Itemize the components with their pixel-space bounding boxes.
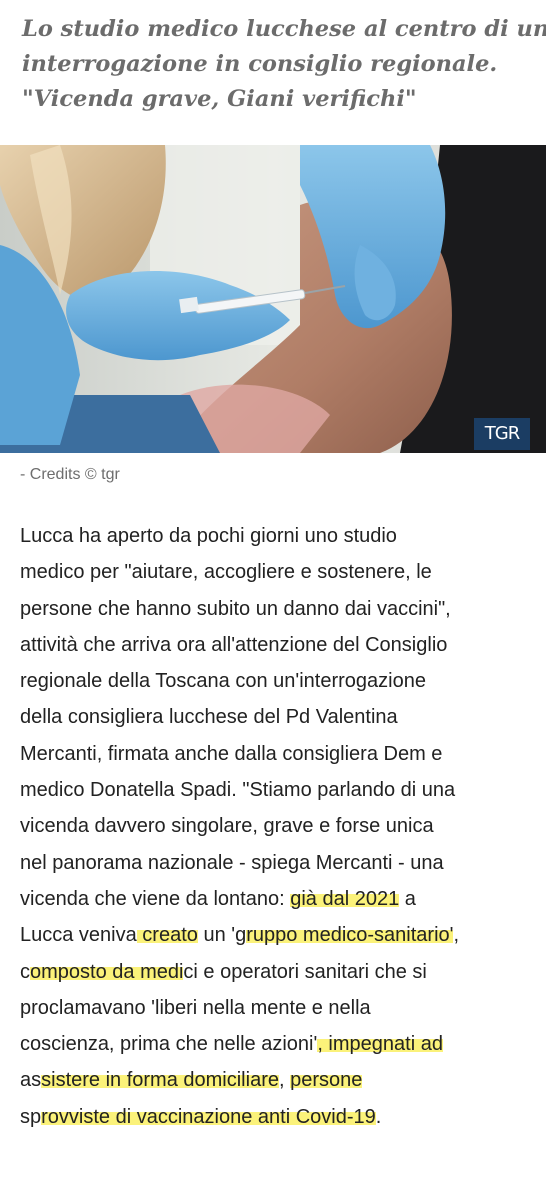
subtitle-line: interrogazione in consiglio regionale. <box>22 51 498 77</box>
article-photo: TGR <box>0 145 546 453</box>
article-page: Lo studio medico lucchese al centro di u… <box>0 0 546 1200</box>
article-line: Mercanti, firmata anche dalla consiglier… <box>20 742 443 765</box>
highlighted-text: omposto da medi <box>30 960 184 983</box>
text-segment: sp <box>20 1105 42 1128</box>
highlighted-text: ruppo medico-sanitario' <box>246 924 454 947</box>
article-line: sprovviste di vaccinazione anti Covid-19… <box>20 1099 540 1135</box>
article-line: vicenda davvero singolare, grave e forse… <box>20 815 434 838</box>
highlighted-text: sistere in forma domiciliare <box>41 1069 279 1092</box>
text-segment: a <box>399 887 416 910</box>
article-line: della consigliera lucchese del Pd Valent… <box>20 706 398 729</box>
text-segment: coscienza, prima che nelle azioni' <box>20 1033 318 1056</box>
article-line: Lucca veniva creato un 'gruppo medico-sa… <box>20 917 540 953</box>
article-line: regionale della Toscana con un'interroga… <box>20 670 426 693</box>
article-line: medico Donatella Spadi. "Stiamo parlando… <box>20 779 456 802</box>
photo-credits: - Credits © tgr <box>20 466 120 483</box>
text-segment: c <box>20 960 30 983</box>
text-segment: ci e operatori sanitari che si <box>183 960 427 983</box>
highlighted-text: , impegnati ad <box>317 1033 443 1056</box>
article-line: Lucca ha aperto da pochi giorni uno stud… <box>20 525 397 547</box>
article-line: nel panorama nazionale - spiega Mercanti… <box>20 851 444 874</box>
text-segment: Lucca veniva <box>20 924 137 947</box>
article-line: vicenda che viene da lontano: già dal 20… <box>20 881 540 917</box>
vaccination-photo <box>0 145 546 453</box>
highlighted-text: già dal 2021 <box>290 887 400 910</box>
text-segment: . <box>375 1105 382 1128</box>
highlighted-text: rovviste di vaccinazione anti Covid-19 <box>41 1105 376 1128</box>
subtitle-line: Lo studio medico lucchese al centro di u… <box>22 16 546 42</box>
tgr-logo: TGR <box>474 418 530 450</box>
highlighted-text: creato <box>136 924 198 947</box>
text-segment: , <box>278 1069 291 1092</box>
article-line: composto da medici e operatori sanitari … <box>20 954 540 990</box>
text-segment: un 'g <box>197 924 247 947</box>
article-line: persone che hanno subito un danno dai va… <box>20 597 451 620</box>
text-segment: , <box>453 924 460 947</box>
text-segment: as <box>20 1069 42 1092</box>
article-line: medico per "aiutare, accogliere e sosten… <box>20 561 432 584</box>
text-segment: vicenda che viene da lontano: <box>20 887 291 910</box>
highlighted-text: persone <box>290 1069 363 1092</box>
article-line: attività che arriva ora all'attenzione d… <box>20 633 448 656</box>
subtitle-line: "Vicenda grave, Giani verifichi" <box>22 86 417 112</box>
article-body: Lucca ha aperto da pochi giorni uno stud… <box>20 518 540 1135</box>
article-line: assistere in forma domiciliare, persone <box>20 1062 540 1098</box>
article-line: coscienza, prima che nelle azioni', impe… <box>20 1026 540 1062</box>
article-line: proclamavano 'liberi nella mente e nella <box>20 996 371 1019</box>
article-subtitle: Lo studio medico lucchese al centro di u… <box>22 12 546 117</box>
